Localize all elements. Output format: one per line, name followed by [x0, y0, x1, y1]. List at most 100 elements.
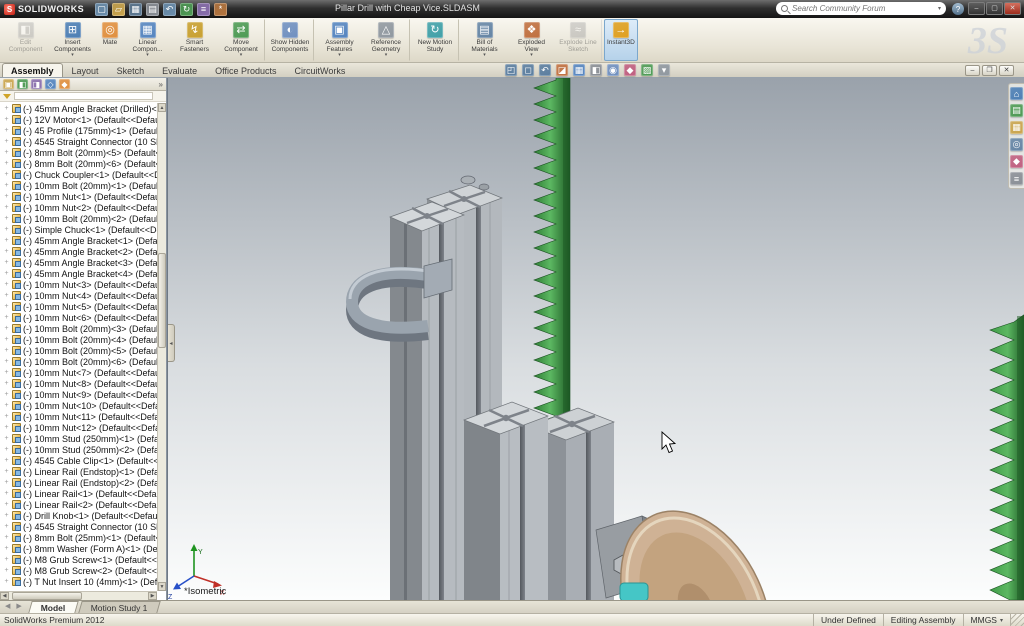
ribbon-button-exploded-view[interactable]: ❖ Exploded View ▾: [508, 19, 555, 61]
minimize-button[interactable]: [968, 2, 985, 15]
tree-component-row[interactable]: (-) 10mm Nut<6> (Default<<Default>_Disp: [0, 312, 157, 323]
tree-component-row[interactable]: (-) 45mm Angle Bracket<3> (Default<<Defa: [0, 257, 157, 268]
ribbon-button-new-motion-study[interactable]: ↻ New Motion Study ▾: [412, 19, 459, 61]
expand-icon[interactable]: [3, 149, 10, 156]
tree-component-row[interactable]: (-) Linear Rail<2> (Default<<Default>...: [0, 499, 157, 510]
expand-icon[interactable]: [3, 435, 10, 442]
expand-icon[interactable]: [3, 215, 10, 222]
expand-icon[interactable]: [3, 281, 10, 288]
display-style-icon[interactable]: ◧: [590, 64, 602, 76]
expand-icon[interactable]: [3, 545, 10, 552]
propertymanager-icon[interactable]: ◧: [17, 79, 28, 89]
tree-component-row[interactable]: (-) M8 Grub Screw<1> (Default<<Default..…: [0, 554, 157, 565]
search-results-icon[interactable]: ◎: [1010, 138, 1023, 151]
command-tab-office-products[interactable]: Office Products: [206, 63, 285, 77]
doc-restore-button[interactable]: [982, 65, 997, 76]
status-cell-edit-mode[interactable]: Editing Assembly ▾: [882, 614, 963, 626]
command-tab-assembly[interactable]: Assembly: [2, 63, 63, 77]
expand-icon[interactable]: [3, 259, 10, 266]
tree-component-row[interactable]: (-) 4545 Straight Connector (10 Slot)180…: [0, 521, 157, 532]
tree-component-row[interactable]: (-) 10mm Bolt (20mm)<2> (Default<<Def...: [0, 213, 157, 224]
expand-icon[interactable]: [3, 248, 10, 255]
scroll-right-icon[interactable]: ▶: [148, 592, 157, 600]
file-explorer-icon[interactable]: ▦: [1010, 121, 1023, 134]
search-input[interactable]: [792, 4, 934, 13]
zoom-area-icon[interactable]: ◻: [522, 64, 534, 76]
tree-component-row[interactable]: (-) 45mm Angle Bracket<4> (Default<<Def.…: [0, 268, 157, 279]
panel-overflow-chevron[interactable]: »: [159, 80, 163, 89]
hide-show-items-icon[interactable]: ◉: [607, 64, 619, 76]
tree-component-row[interactable]: (-) M8 Grub Screw<2> (Default<<Defaul...: [0, 565, 157, 576]
ribbon-button-insert-components[interactable]: ⊞ Insert Components ▾: [49, 19, 96, 61]
scroll-left-icon[interactable]: ◀: [0, 592, 9, 600]
expand-icon[interactable]: [3, 479, 10, 486]
tree-component-row[interactable]: (-) 10mm Nut<3> (Default<<Default>_Disp: [0, 279, 157, 290]
study-tab-motion-study-1[interactable]: Motion Study 1: [78, 601, 161, 613]
tree-component-row[interactable]: (-) 4545 Cable Clip<1> (Default<<Default…: [0, 455, 157, 466]
tree-component-row[interactable]: (-) 45mm Angle Bracket (Drilled)<1> (Def…: [0, 103, 157, 114]
new-document-icon[interactable]: ▢: [95, 2, 108, 16]
expand-icon[interactable]: [3, 303, 10, 310]
configurationmanager-icon[interactable]: ◨: [31, 79, 42, 89]
previous-view-icon[interactable]: ↶: [539, 64, 551, 76]
appearances-scenes-icon[interactable]: ◆: [1010, 155, 1023, 168]
expand-icon[interactable]: [3, 501, 10, 508]
custom-properties-icon[interactable]: ≡: [1010, 172, 1023, 185]
expand-icon[interactable]: [3, 369, 10, 376]
tree-component-row[interactable]: (-) 10mm Nut<2> (Default<<Default>_Disp: [0, 202, 157, 213]
expand-icon[interactable]: [3, 292, 10, 299]
filter-funnel-icon[interactable]: [3, 93, 11, 99]
expand-icon[interactable]: [3, 116, 10, 123]
graphics-area[interactable]: Y X Z ⌂ ▤ ▦ ◎ ◆ ≡ *Isometric: [167, 78, 1024, 600]
expand-icon[interactable]: [3, 457, 10, 464]
expand-icon[interactable]: [3, 336, 10, 343]
command-tab-layout[interactable]: Layout: [63, 63, 108, 77]
units-dropdown-icon[interactable]: ▾: [1000, 617, 1003, 624]
ribbon-button-mate[interactable]: ◎ Mate ▾: [96, 19, 124, 61]
expand-icon[interactable]: [3, 204, 10, 211]
tree-component-row[interactable]: (-) Drill Knob<1> (Default<<Default>_Dis…: [0, 510, 157, 521]
scroll-down-icon[interactable]: ▼: [158, 582, 166, 591]
tree-component-row[interactable]: (-) 10mm Nut<12> (Default<<Default>_Dis: [0, 422, 157, 433]
tree-component-row[interactable]: (-) 10mm Stud (250mm)<1> (Default<<De...: [0, 433, 157, 444]
ribbon-button-instant3d[interactable]: → Instant3D ▾: [604, 19, 638, 61]
expand-icon[interactable]: [3, 138, 10, 145]
ribbon-button-assembly-features[interactable]: ▣ Assembly Features ▾: [316, 19, 363, 61]
search-dropdown-icon[interactable]: ▾: [938, 5, 941, 12]
tree-component-row[interactable]: (-) 10mm Bolt (20mm)<5> (Default<<Defaul…: [0, 345, 157, 356]
horizontal-scroll-thumb[interactable]: [12, 592, 82, 600]
expand-icon[interactable]: [3, 193, 10, 200]
tree-component-row[interactable]: (-) Chuck Coupler<1> (Default<<Default>_: [0, 169, 157, 180]
expand-icon[interactable]: [3, 391, 10, 398]
print-icon[interactable]: ▤: [146, 2, 159, 16]
expand-icon[interactable]: [3, 358, 10, 365]
view-settings-icon[interactable]: ▾: [658, 64, 670, 76]
expand-icon[interactable]: [3, 380, 10, 387]
assembly-3d-model[interactable]: Y X Z: [168, 78, 1024, 600]
expand-icon[interactable]: [3, 347, 10, 354]
expand-icon[interactable]: [3, 314, 10, 321]
tree-vertical-scrollbar[interactable]: ▲ ▼: [157, 103, 166, 591]
tree-component-row[interactable]: (-) 8mm Bolt (25mm)<1> (Default<<Default: [0, 532, 157, 543]
design-library-icon[interactable]: ▤: [1010, 104, 1023, 117]
expand-icon[interactable]: [3, 182, 10, 189]
expand-icon[interactable]: [3, 424, 10, 431]
expand-icon[interactable]: [3, 105, 10, 112]
tree-component-row[interactable]: (-) 45 Profile (175mm)<1> (Default<<Defa…: [0, 125, 157, 136]
expand-icon[interactable]: [3, 160, 10, 167]
expand-icon[interactable]: [3, 490, 10, 497]
tree-component-row[interactable]: (-) Linear Rail (Endstop)<1> (Default<<D…: [0, 466, 157, 477]
expand-icon[interactable]: [3, 523, 10, 530]
tree-component-row[interactable]: (-) 10mm Nut<11> (Default<<Default>_Dis: [0, 411, 157, 422]
tree-component-row[interactable]: (-) 10mm Bolt (20mm)<6> (Default<<Def...: [0, 356, 157, 367]
expand-icon[interactable]: [3, 171, 10, 178]
ribbon-button-bill-of-materials[interactable]: ▤ Bill of Materials ▾: [461, 19, 508, 61]
tab-scroll-right-icon[interactable]: ▶: [14, 601, 23, 613]
expand-icon[interactable]: [3, 534, 10, 541]
expand-icon[interactable]: [3, 127, 10, 134]
tree-component-row[interactable]: (-) 10mm Nut<7> (Default<<Default>_Disp: [0, 367, 157, 378]
expand-icon[interactable]: [3, 402, 10, 409]
solidworks-resources-icon[interactable]: ⌂: [1010, 87, 1023, 100]
edit-appearance-icon[interactable]: ◆: [624, 64, 636, 76]
aluminium-extrusion-front[interactable]: [389, 201, 465, 600]
